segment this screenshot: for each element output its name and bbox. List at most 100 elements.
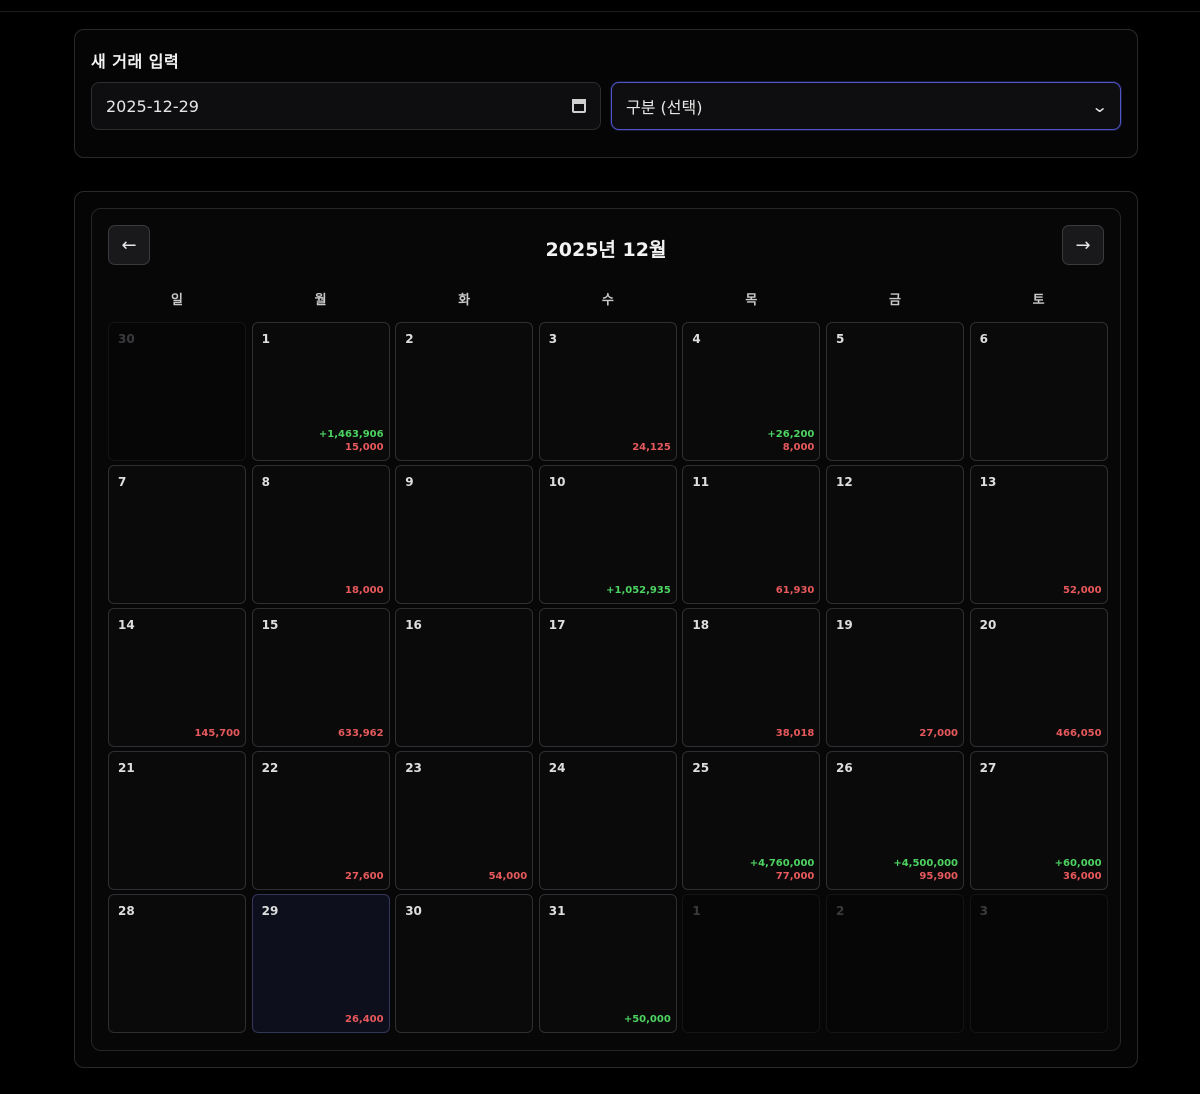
day-number: 3 [979,904,988,918]
day-cell[interactable]: 18 38,018 [682,608,821,747]
day-number: 2 [836,904,845,918]
day-amounts: +4,500,000 95,900 [893,857,958,883]
day-amounts: 18,000 [345,584,384,597]
day-amounts: 27,600 [345,870,384,883]
day-number: 1 [261,332,270,346]
day-number: 3 [548,332,558,346]
day-number: 30 [118,332,135,346]
expense-amount: 26,400 [345,1014,384,1025]
day-cell[interactable]: 23 54,000 [395,751,534,890]
day-cell[interactable]: 7 [108,465,246,604]
weekday-label: 화 [458,293,471,308]
expense-amount: 8,000 [782,442,815,453]
entry-title: 새 거래 입력 [91,52,180,71]
day-cell[interactable]: 27 +60,000 36,000 [969,751,1108,890]
day-cell[interactable]: 28 [108,894,246,1033]
expense-amount: 36,000 [1063,871,1102,882]
day-cell[interactable]: 22 27,600 [251,751,390,890]
day-cell[interactable]: 12 [826,465,964,604]
day-cell[interactable]: 9 [395,465,534,604]
day-cell[interactable]: 17 [538,608,677,747]
expense-amount: 38,018 [775,728,815,739]
day-amounts: 466,050 [1056,727,1102,740]
day-number: 30 [405,904,422,918]
next-month-button[interactable]: → [1062,225,1104,265]
day-cell[interactable]: 13 52,000 [969,465,1108,604]
day-cell[interactable]: 3 [969,894,1108,1033]
expense-amount: 466,050 [1056,728,1102,739]
calendar-grid: 30 1 +1,463,906 15,000 2 3 24,125 4 +26,200 8,000… [108,322,1108,1033]
chevron-down-icon: ⌄ [1090,96,1109,116]
day-number: 9 [405,475,414,489]
top-divider [0,11,1200,12]
category-select[interactable]: 구분 (선택) ⌄ [611,82,1121,130]
date-value: 2025-12-29 [106,96,199,116]
day-number: 5 [836,332,845,346]
day-cell[interactable]: 20 466,050 [969,608,1108,747]
day-cell[interactable]: 16 [395,608,534,747]
day-amounts: +4,760,000 77,000 [750,857,815,883]
expense-amount: 145,700 [194,728,240,739]
day-cell[interactable]: 31 +50,000 [538,894,677,1033]
day-cell[interactable]: 15 633,962 [251,608,390,747]
day-number: 6 [979,332,988,346]
day-number: 8 [261,475,270,489]
date-input[interactable]: 2025-12-29 [91,82,601,130]
day-number: 23 [405,761,422,775]
day-amounts: +26,200 8,000 [767,428,814,454]
day-cell[interactable]: 1 +1,463,906 15,000 [251,322,390,461]
day-amounts: +1,052,935 [606,584,671,597]
expense-amount: 54,000 [488,871,528,882]
day-number: 27 [979,761,997,775]
day-cell[interactable]: 10 +1,052,935 [538,465,677,604]
day-amounts: +1,463,906 15,000 [319,428,384,454]
day-amounts: 24,125 [632,441,671,454]
day-number: 19 [836,618,853,632]
day-number: 29 [261,904,279,918]
day-cell[interactable]: 25 +4,760,000 77,000 [682,751,821,890]
day-number: 25 [692,761,710,775]
weekday-label: 수 [601,293,614,308]
day-amounts: 38,018 [776,727,815,740]
day-number: 18 [692,618,710,632]
calendar-card: ← 2025년 12월 → 일월화수목금토 30 1 +1,463,906 15,00… [91,208,1121,1051]
day-number: 15 [261,618,279,632]
day-cell[interactable]: 8 18,000 [251,465,390,604]
income-amount: +1,052,935 [606,585,671,596]
day-cell[interactable]: 30 [108,322,246,461]
day-amounts: 52,000 [1063,584,1102,597]
day-cell[interactable]: 26 +4,500,000 95,900 [826,751,964,890]
day-number: 13 [979,475,997,489]
weekday-header: 일월화수목금토 [108,289,1104,309]
day-amounts: 27,000 [919,727,958,740]
day-cell[interactable]: 3 24,125 [538,322,677,461]
calendar-panel: ← 2025년 12월 → 일월화수목금토 30 1 +1,463,906 15,00… [74,191,1138,1068]
day-cell[interactable]: 6 [969,322,1108,461]
day-amounts: 61,930 [776,584,815,597]
income-amount: +4,500,000 [893,858,958,869]
day-number: 1 [692,904,701,918]
day-cell[interactable]: 14 145,700 [108,608,246,747]
category-selected-value: 구분 (선택) [626,98,703,117]
expense-amount: 27,000 [919,728,958,739]
day-cell[interactable]: 2 [395,322,534,461]
day-cell[interactable]: 5 [826,322,964,461]
day-cell[interactable]: 30 [395,894,534,1033]
day-amounts: 54,000 [489,870,528,883]
expense-amount: 24,125 [632,442,671,453]
income-amount: +1,463,906 [318,429,384,440]
day-cell[interactable]: 24 [538,751,677,890]
day-number: 7 [118,475,127,489]
day-amounts: +50,000 [624,1013,671,1026]
day-cell[interactable]: 19 27,000 [826,608,964,747]
day-cell[interactable]: 11 61,930 [682,465,821,604]
day-cell[interactable]: 29 26,400 [251,894,390,1033]
income-amount: +60,000 [1054,858,1102,869]
day-cell[interactable]: 4 +26,200 8,000 [682,322,821,461]
calendar-icon[interactable] [572,99,586,113]
income-amount: +4,760,000 [749,858,815,869]
day-cell[interactable]: 2 [826,894,964,1033]
day-cell[interactable]: 1 [682,894,821,1033]
day-cell[interactable]: 21 [108,751,246,890]
expense-amount: 61,930 [775,585,815,596]
